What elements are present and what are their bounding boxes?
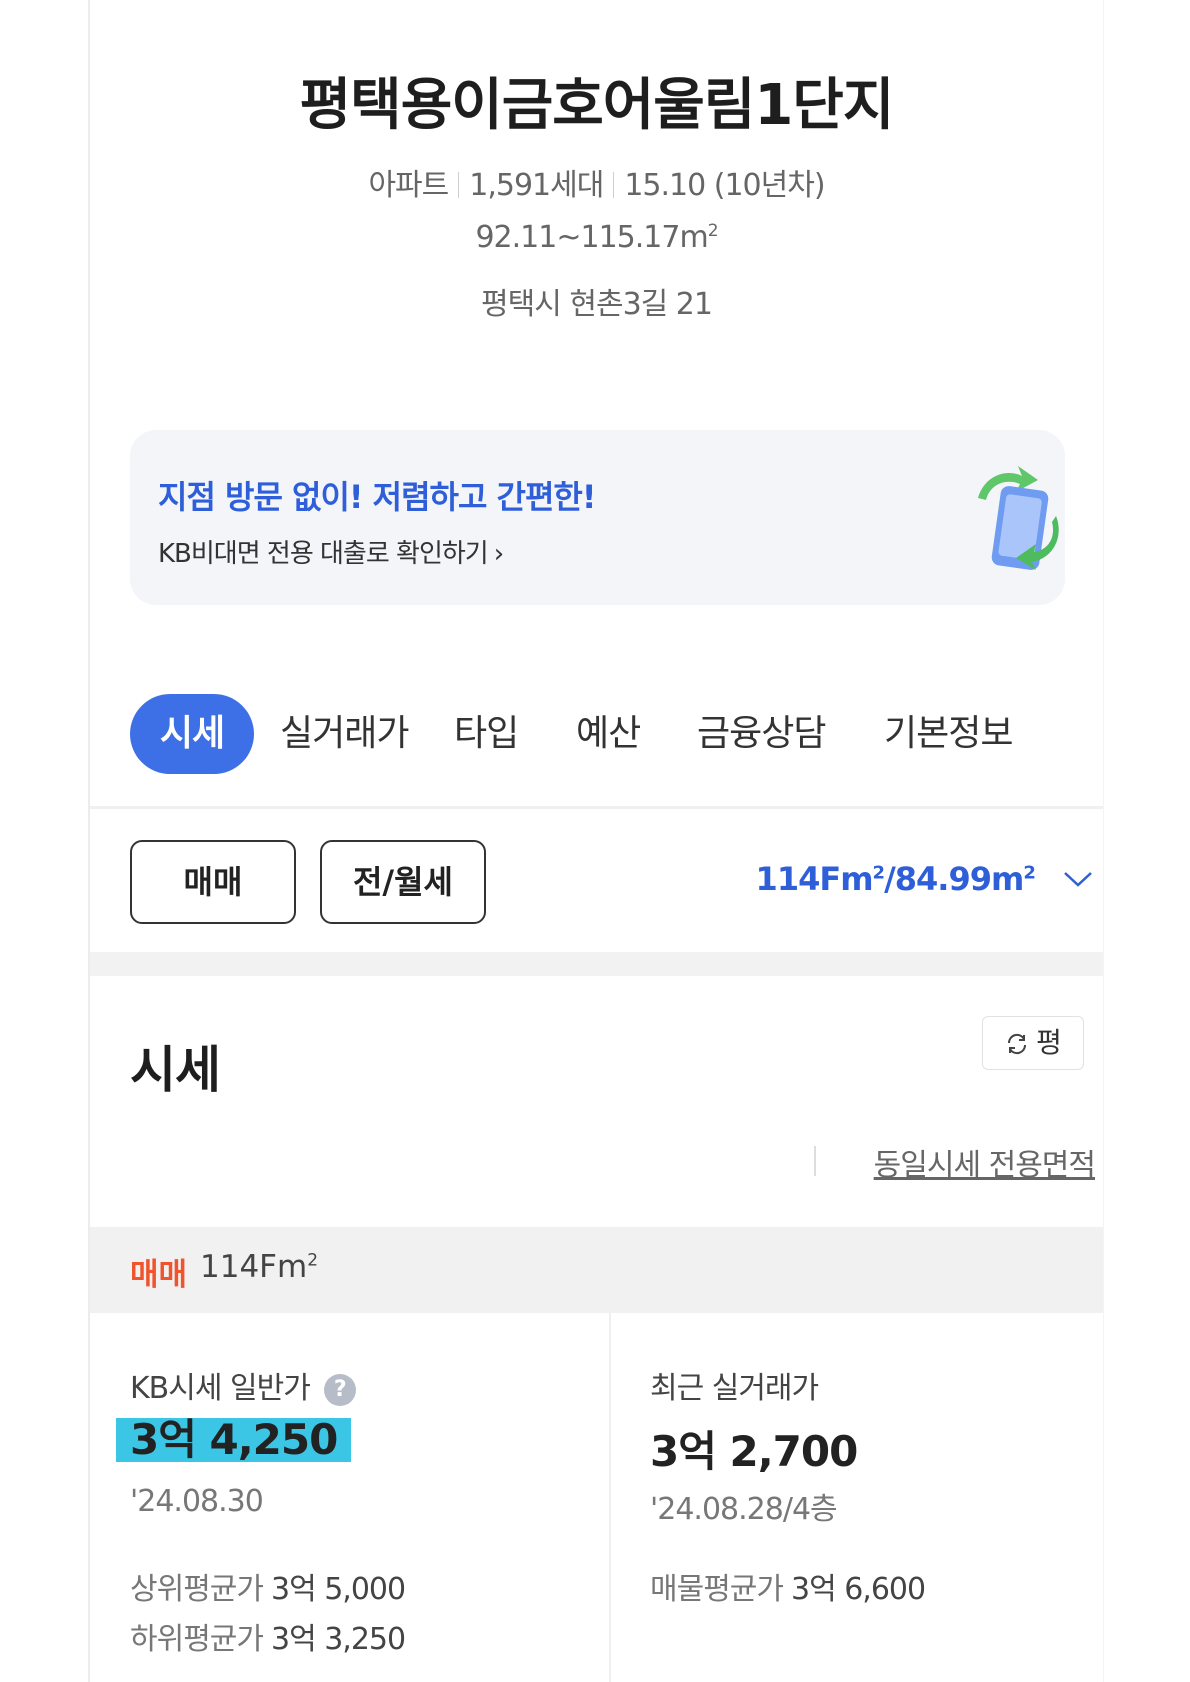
recent-trade-label: 최근 실거래가	[650, 1371, 819, 1406]
banner-headline: 지점 방문 없이! 저렴하고 간편한!	[158, 478, 596, 516]
section-title: 시세	[130, 1041, 221, 1099]
kb-price-label: KB시세 일반가?	[130, 1363, 356, 1407]
link-separator	[814, 1146, 816, 1176]
tab-budget[interactable]: 예산	[576, 694, 641, 774]
section-divider	[90, 952, 1103, 976]
kb-price-date: '24.08.30	[130, 1484, 264, 1519]
column-divider	[609, 1313, 611, 1682]
page: 평택용이금호어울림1단지 아파트 1,591세대 15.10 (10년차) 92.1…	[90, 0, 1103, 1682]
rent-button[interactable]: 전/월세	[320, 840, 486, 924]
lower-avg-price: 하위평균가 3억 3,250	[130, 1622, 406, 1657]
complex-meta: 아파트 1,591세대 15.10 (10년차)	[90, 160, 1103, 204]
tab-finance-consult[interactable]: 금융상담	[697, 694, 826, 774]
right-border	[1103, 0, 1104, 1682]
tab-basic-info[interactable]: 기본정보	[884, 694, 1013, 774]
household-count: 1,591세대	[469, 168, 604, 203]
area-dropdown[interactable]: 114Fm2/84.99m2	[756, 860, 1093, 898]
sale-button[interactable]: 매매	[130, 840, 296, 924]
refresh-icon	[1008, 1033, 1027, 1055]
building-type: 아파트	[368, 168, 449, 203]
area-range: 92.11~115.17m2	[475, 220, 718, 255]
help-icon[interactable]: ?	[323, 1374, 356, 1406]
tabs-divider	[90, 806, 1103, 809]
deal-type-label: 매매	[130, 1257, 188, 1293]
upper-avg-price: 상위평균가 3억 5,000	[130, 1572, 406, 1607]
deal-area: 114Fm2	[200, 1249, 319, 1285]
same-price-area-link[interactable]: 동일시세 전용면적	[874, 1140, 1096, 1184]
chevron-right-icon: ›	[493, 539, 504, 569]
deal-strip: 매매 114Fm2	[90, 1227, 1103, 1313]
complex-title: 평택용이금호어울림1단지	[299, 73, 895, 138]
chevron-down-icon	[1064, 872, 1092, 887]
phone-refresh-icon	[978, 466, 1059, 570]
tab-bar: 시세 실거래가 타입 예산 금융상담 기본정보	[130, 694, 1090, 774]
unit-toggle-button[interactable]: 평	[982, 1016, 1084, 1070]
loan-banner[interactable]: 지점 방문 없이! 저렴하고 간편한! KB비대면 전용 대출로 확인하기 ›	[130, 430, 1065, 605]
recent-trade-value: 3억 2,700	[650, 1427, 858, 1476]
meta-separator	[458, 172, 460, 198]
meta-separator	[613, 172, 615, 198]
built-date: 15.10 (10년차)	[624, 168, 825, 203]
recent-trade-date: '24.08.28/4층	[650, 1492, 838, 1527]
tab-type[interactable]: 타입	[454, 694, 519, 774]
tab-price[interactable]: 시세	[130, 694, 254, 774]
tab-real-trade[interactable]: 실거래가	[280, 694, 409, 774]
address: 평택시 현촌3길 21	[481, 287, 713, 322]
listing-avg-price: 매물평균가 3억 6,600	[650, 1572, 926, 1607]
banner-link[interactable]: KB비대면 전용 대출로 확인하기 ›	[158, 533, 504, 570]
kb-price-value: 3억 4,250	[116, 1418, 352, 1462]
